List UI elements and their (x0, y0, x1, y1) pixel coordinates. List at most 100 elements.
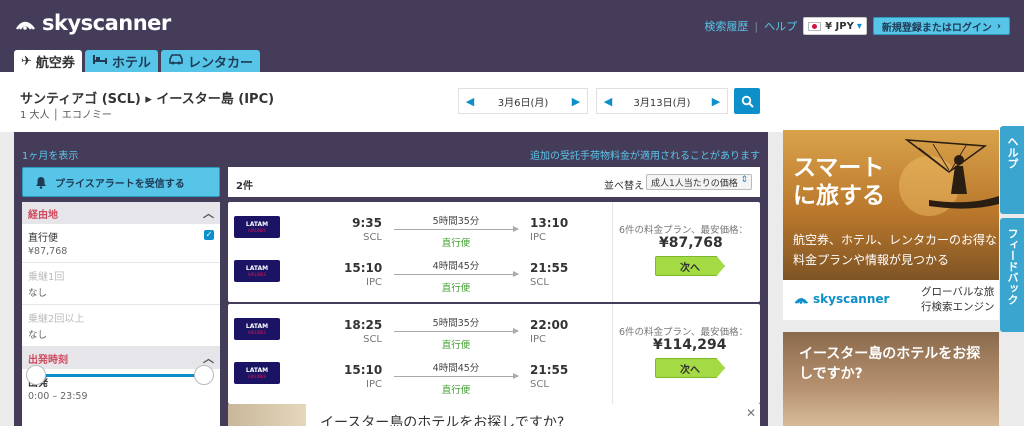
show-month-link[interactable]: 1ヶ月を表示 (22, 147, 78, 162)
arrive-time: 21:55 (530, 363, 569, 377)
hotel-promo-text: イースター島のホテルをお探しですか? (320, 415, 565, 426)
depart-date[interactable]: 3月6日(月) (498, 94, 549, 109)
close-icon[interactable]: ✕ (746, 406, 756, 420)
hotel-ad-line-1: イースター島のホテルをお探 (799, 346, 981, 362)
filter-nonstop-price: ¥87,768 (28, 246, 68, 257)
results-list-header: 2件 並べ替え 成人1人当たりの価格 ⇕ (228, 167, 760, 197)
sort-label: 並べ替え (604, 181, 644, 192)
airline-logo: LATAM AIRLINES (234, 260, 280, 282)
smart-travel-ad[interactable]: スマート に旅する 航空券、ホテル、レンタカーのお得な料金プランや情報が見つかる… (783, 130, 999, 320)
ad-headline: スマート に旅する (793, 154, 885, 210)
price: ¥87,768 (659, 235, 723, 251)
depart-airport: IPC (366, 277, 382, 288)
outbound-range: 0:00 – 23:59 (28, 391, 88, 402)
skyscanner-cloud-icon (794, 298, 809, 304)
flight-path-arrow-icon (394, 226, 519, 232)
flight-duration: 5時間35分 (432, 318, 480, 329)
price: ¥114,294 (653, 337, 727, 353)
airline-logo: LATAM AIRLINES (234, 216, 280, 238)
airline-logo: LATAM AIRLINES (234, 318, 280, 340)
nonstop-checkbox[interactable]: ✓ (204, 230, 214, 240)
filter-nonstop-label: 直行便 (28, 233, 58, 244)
itinerary-card[interactable]: LATAM AIRLINES 18:25 SCL 5時間35分 直行便 22:0… (228, 304, 760, 404)
prev-depart-date-arrow-icon[interactable]: ◀ (459, 89, 481, 113)
hotel-room-image (228, 404, 306, 426)
return-date-picker: ◀ 3月13日(月) ▶ (596, 88, 728, 114)
airline-name: LATAM (245, 221, 269, 228)
next-button[interactable]: 次へ (655, 256, 725, 276)
search-history-link[interactable]: 検索履歴 (704, 18, 748, 34)
help-side-tab-label: ヘルプ (1006, 136, 1019, 169)
next-return-date-arrow-icon[interactable]: ▶ (705, 89, 727, 113)
bell-icon (36, 176, 46, 189)
airline-sub: AIRLINES (247, 330, 267, 335)
price-alert-label: プライスアラートを受信する (55, 178, 185, 190)
chevron-right-icon: › (996, 20, 1001, 32)
login-button[interactable]: 新規登録またはログイン › (872, 17, 1010, 35)
flight-path-arrow-icon (394, 328, 519, 334)
top-bar: skyscanner 検索履歴 | ヘルプ ¥ JPY ▾ 新規登録またはログイ… (0, 0, 1024, 72)
filter-sidebar: 経由地 ︿ 直行便 ¥87,768 ✓ 乗継1回 なし 乗継2回以上 なし 出発… (22, 202, 220, 426)
chevron-up-icon: ︿ (203, 207, 214, 220)
top-links: 検索履歴 | ヘルプ ¥ JPY ▾ 新規登録またはログイン › (704, 17, 1010, 35)
next-button[interactable]: 次へ (655, 358, 725, 378)
arrive-time: 13:10 (530, 216, 569, 230)
help-link[interactable]: ヘルプ (764, 18, 797, 34)
depart-time: 15:10 (344, 261, 383, 275)
airline-name: LATAM (245, 265, 269, 272)
outbound-leg: LATAM AIRLINES 9:35 SCL 5時間35分 直行便 13:10… (228, 202, 608, 252)
passenger-class: 1 大人 │ エコノミー (20, 110, 112, 121)
arrive-airport: SCL (530, 277, 549, 288)
depart-time: 9:35 (352, 216, 382, 230)
easter-island-hotel-ad[interactable]: イースター島のホテルをお探 しですか? (783, 332, 999, 426)
airplane-icon: ✈ (21, 53, 32, 69)
depart-time: 18:25 (344, 318, 383, 332)
stops-filter-header[interactable]: 経由地 ︿ (22, 202, 220, 224)
feedback-side-tab[interactable]: フィードバック (1000, 218, 1024, 332)
ad-headline-line-2: に旅する (793, 183, 885, 209)
ad-tagline-line-1: グローバルな旅 (921, 286, 995, 298)
arrive-time: 21:55 (530, 261, 569, 275)
chevron-down-icon: ▾ (856, 20, 862, 32)
select-arrows-icon: ⇕ (740, 175, 748, 185)
time-slider-end-handle[interactable] (194, 365, 214, 385)
tab-hotels[interactable]: ホテル (84, 50, 158, 72)
price-plans-label: 6件の料金プラン、最安価格： (619, 225, 748, 236)
tab-flights[interactable]: ✈ 航空券 (14, 50, 82, 72)
tab-flights-label: 航空券 (35, 55, 75, 71)
help-side-tab[interactable]: ヘルプ (1000, 126, 1024, 214)
skyscanner-logo[interactable]: skyscanner (14, 11, 171, 35)
product-tabs: ✈ 航空券 ホテル レンタカー (14, 50, 260, 72)
arrive-airport: SCL (530, 379, 549, 390)
itinerary-card[interactable]: LATAM AIRLINES 9:35 SCL 5時間35分 直行便 13:10… (228, 202, 760, 302)
price-alert-button[interactable]: プライスアラートを受信する (22, 167, 220, 197)
bed-icon (92, 53, 108, 69)
search-summary: サンティアゴ (SCL) ▸ イースター島 (IPC) 1 大人 │ エコノミー… (0, 72, 1024, 132)
time-slider-start-handle[interactable] (26, 365, 46, 385)
time-slider-track[interactable] (36, 374, 206, 377)
sort-select[interactable]: 成人1人当たりの価格 ⇕ (646, 174, 752, 190)
prev-return-date-arrow-icon[interactable]: ◀ (597, 89, 619, 113)
japan-flag-icon (808, 21, 822, 31)
filter-nonstop[interactable]: 直行便 ¥87,768 ✓ (22, 224, 220, 263)
time-filter-header[interactable]: 出発時刻 ︿ (22, 347, 220, 369)
filter-two-plus-stops-price: なし (28, 330, 48, 341)
results-panel: 1ヶ月を表示 追加の受託手荷物料金が適用されることがあります プライスアラートを… (14, 132, 768, 426)
hotel-promo-banner[interactable]: イースター島のホテルをお探しですか? ✕ (228, 404, 760, 426)
currency-selector[interactable]: ¥ JPY ▾ (803, 17, 867, 35)
tab-car-rental-label: レンタカー (187, 55, 253, 71)
flight-path-arrow-icon (394, 373, 519, 379)
filter-two-plus-stops: 乗継2回以上 なし (22, 305, 220, 347)
ad-tagline: グローバルな旅 行検索エンジン (921, 285, 995, 315)
route-title: サンティアゴ (SCL) ▸ イースター島 (IPC) (20, 92, 275, 107)
baggage-fee-note[interactable]: 追加の受託手荷物料金が適用されることがあります (530, 147, 760, 162)
car-icon (168, 53, 184, 69)
skyscanner-cloud-icon (16, 21, 35, 30)
arrive-time: 22:00 (530, 318, 569, 332)
ad-footer: skyscanner グローバルな旅 行検索エンジン (783, 280, 999, 320)
tab-car-rental[interactable]: レンタカー (160, 50, 260, 72)
price-box: 6件の料金プラン、最安価格： ¥87,768 次へ (612, 202, 760, 302)
search-button[interactable] (734, 88, 760, 114)
return-date[interactable]: 3月13日(月) (634, 94, 691, 109)
next-depart-date-arrow-icon[interactable]: ▶ (565, 89, 587, 113)
